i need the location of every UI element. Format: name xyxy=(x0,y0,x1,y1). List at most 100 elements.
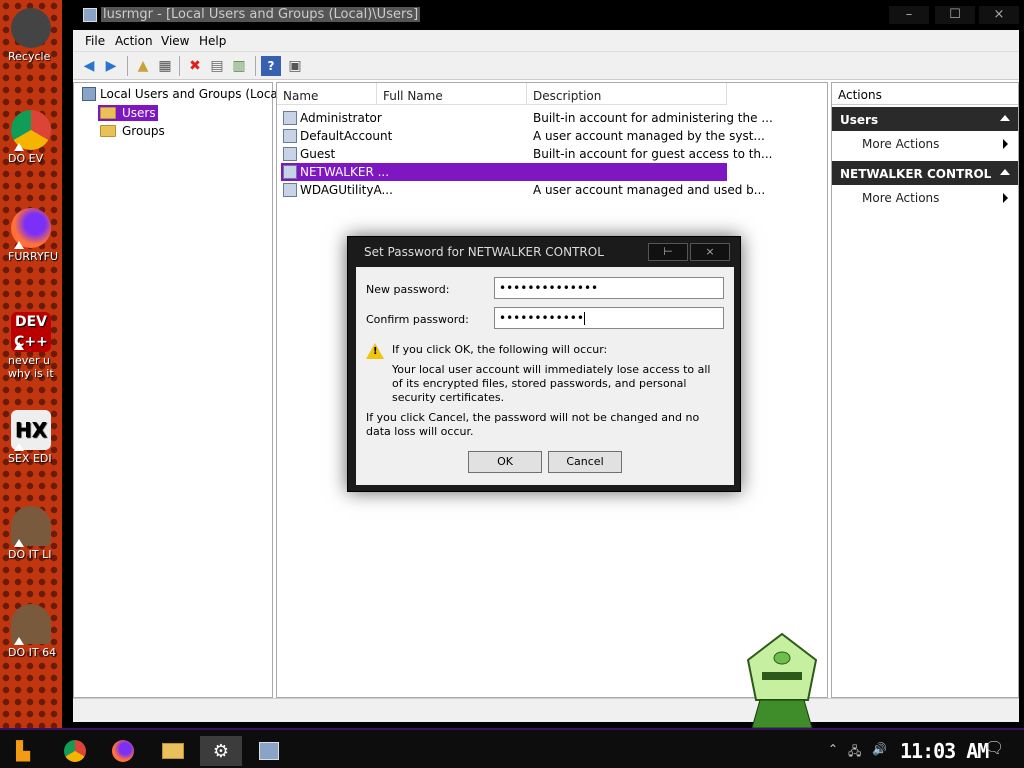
ok-button[interactable]: OK xyxy=(468,451,542,473)
shortcut-warning-icon xyxy=(14,443,24,451)
new-password-label: New password: xyxy=(366,283,450,296)
show-hide-action-pane-icon[interactable]: ▣ xyxy=(285,56,305,76)
new-password-field[interactable]: •••••••••••••• xyxy=(494,277,724,299)
toolbar: ◀ ▶ ▲ ▦ ✖ ▤ ▥ ? ▣ xyxy=(73,52,1019,80)
confirm-password-field[interactable]: •••••••••••• xyxy=(494,307,724,329)
user-name: NETWALKER ... xyxy=(300,165,390,179)
user-icon xyxy=(283,129,297,143)
action-group-users[interactable]: Users xyxy=(832,107,1018,131)
help-icon[interactable]: ? xyxy=(261,56,281,76)
minimize-button[interactable]: – xyxy=(889,6,929,24)
menu-view[interactable]: View xyxy=(161,34,189,48)
menu-help[interactable]: Help xyxy=(199,34,226,48)
export-list-icon[interactable]: ▥ xyxy=(229,56,249,76)
start-icon[interactable]: ▙ xyxy=(8,736,38,766)
firefox-icon[interactable] xyxy=(108,736,138,766)
confirm-password-value: •••••••••••• xyxy=(499,311,584,325)
user-description: Built-in account for guest access to th.… xyxy=(533,147,773,161)
table-row[interactable]: Guest Built-in account for guest access … xyxy=(281,145,772,163)
action-item-label: More Actions xyxy=(862,191,940,205)
table-row[interactable]: WDAGUtilityA... A user account managed a… xyxy=(281,181,765,199)
desktop-icon-firefox[interactable]: FURRYFU xyxy=(0,208,62,263)
user-name: Guest xyxy=(300,147,336,161)
desktop-icon-devcpp[interactable]: DEV C++ never u why is it xyxy=(0,312,62,380)
warning-heading: If you click OK, the following will occu… xyxy=(392,343,608,356)
title-bar[interactable]: lusrmgr - [Local Users and Groups (Local… xyxy=(65,0,1024,30)
toolbar-separator xyxy=(127,56,128,76)
properties-icon[interactable]: ▤ xyxy=(207,56,227,76)
tree-root-label: Local Users and Groups (Local) xyxy=(100,87,286,101)
recycle-bin-icon xyxy=(11,8,51,48)
tree-item-users[interactable]: Users xyxy=(98,105,158,121)
maximize-button[interactable]: ☐ xyxy=(935,6,975,24)
file-explorer-icon[interactable] xyxy=(158,736,188,766)
tree-root[interactable]: Local Users and Groups (Local) xyxy=(82,87,286,101)
new-password-value: •••••••••••••• xyxy=(499,281,599,295)
desktop-icon-recycle-bin[interactable]: Recycle xyxy=(0,8,62,63)
back-arrow-icon[interactable]: ◀ xyxy=(79,56,99,76)
table-row-selected[interactable]: NETWALKER ... xyxy=(281,163,727,181)
dialog-help-button[interactable]: ⊢ xyxy=(648,243,688,261)
show-hidden-icons-icon[interactable]: ⌃ xyxy=(828,742,838,756)
collapse-caret-icon[interactable] xyxy=(1000,169,1010,175)
more-actions-netwalker[interactable]: More Actions xyxy=(862,191,1012,205)
forward-arrow-icon[interactable]: ▶ xyxy=(101,56,121,76)
user-description: A user account managed and used b... xyxy=(533,183,766,197)
collapse-caret-icon[interactable] xyxy=(1000,115,1010,121)
lusrmgr-icon[interactable] xyxy=(254,736,284,766)
user-description: Built-in account for administering the .… xyxy=(533,111,773,125)
volume-icon[interactable]: 🔊 xyxy=(872,742,887,756)
shortcut-warning-icon xyxy=(14,342,24,350)
desktop-icon-portrait-1[interactable]: DO IT LI xyxy=(0,506,62,561)
cancel-button[interactable]: Cancel xyxy=(548,451,622,473)
action-group-title: NETWALKER CONTROL xyxy=(840,167,992,181)
chevron-right-icon xyxy=(1003,193,1008,203)
desktop-icon-label: SEX EDI xyxy=(8,452,52,465)
folder-icon xyxy=(100,107,116,119)
column-header-full-name[interactable]: Full Name xyxy=(377,83,527,105)
desktop-icon-chrome[interactable]: DO EV xyxy=(0,110,62,165)
user-icon xyxy=(283,147,297,161)
action-group-netwalker[interactable]: NETWALKER CONTROL xyxy=(832,161,1018,185)
desktop-icon-label-line2: why is it xyxy=(8,367,54,380)
chevron-right-icon xyxy=(1003,139,1008,149)
confirm-password-label: Confirm password: xyxy=(366,313,469,326)
menu-action[interactable]: Action xyxy=(115,34,153,48)
network-icon[interactable]: 🖧 xyxy=(848,742,861,763)
warning-icon: ! xyxy=(366,343,384,359)
user-icon xyxy=(283,165,297,179)
tree-item-label: Users xyxy=(122,106,156,120)
close-button[interactable]: × xyxy=(979,6,1019,24)
tree-item-groups[interactable]: Groups xyxy=(98,123,167,139)
status-bar xyxy=(73,698,1019,722)
table-row[interactable]: DefaultAccount A user account managed by… xyxy=(281,127,765,145)
desktop-icon-label: Recycle xyxy=(8,50,51,63)
desktop-icon-label: DO IT 64 xyxy=(8,646,57,659)
shortcut-warning-icon xyxy=(14,143,24,151)
dialog-title: Set Password for NETWALKER CONTROL xyxy=(364,245,604,259)
column-header-name[interactable]: Name xyxy=(277,83,377,105)
desktop-icon-label: DO EV xyxy=(8,152,44,165)
user-icon xyxy=(283,111,297,125)
menu-file[interactable]: File xyxy=(85,34,105,48)
cancel-note: If you click Cancel, the password will n… xyxy=(366,411,700,438)
settings-icon[interactable]: ⚙ xyxy=(200,736,242,766)
desktop-icon-label: FURRYFU xyxy=(8,250,59,263)
desktop-icon-hex-editor[interactable]: HX SEX EDI xyxy=(0,410,62,465)
shortcut-warning-icon xyxy=(14,539,24,547)
taskbar-clock[interactable]: 11:03 AM xyxy=(900,739,989,763)
dialog-close-button[interactable]: × xyxy=(690,243,730,261)
action-group-title: Users xyxy=(840,113,879,127)
console-tree: Local Users and Groups (Local) Users Gro… xyxy=(73,82,286,698)
more-actions-users[interactable]: More Actions xyxy=(862,137,1012,151)
user-name: DefaultAccount xyxy=(300,129,393,143)
table-row[interactable]: Administrator Built-in account for admin… xyxy=(281,109,773,127)
delete-icon[interactable]: ✖ xyxy=(185,56,205,76)
column-header-description[interactable]: Description xyxy=(527,83,727,105)
toolbar-separator xyxy=(179,56,180,76)
chrome-icon[interactable] xyxy=(60,736,90,766)
up-folder-icon[interactable]: ▲ xyxy=(133,56,153,76)
desktop-icon-portrait-2[interactable]: DO IT 64 xyxy=(0,604,62,659)
notifications-icon[interactable]: 🗨 xyxy=(984,738,1004,757)
show-hide-tree-icon[interactable]: ▦ xyxy=(155,56,175,76)
